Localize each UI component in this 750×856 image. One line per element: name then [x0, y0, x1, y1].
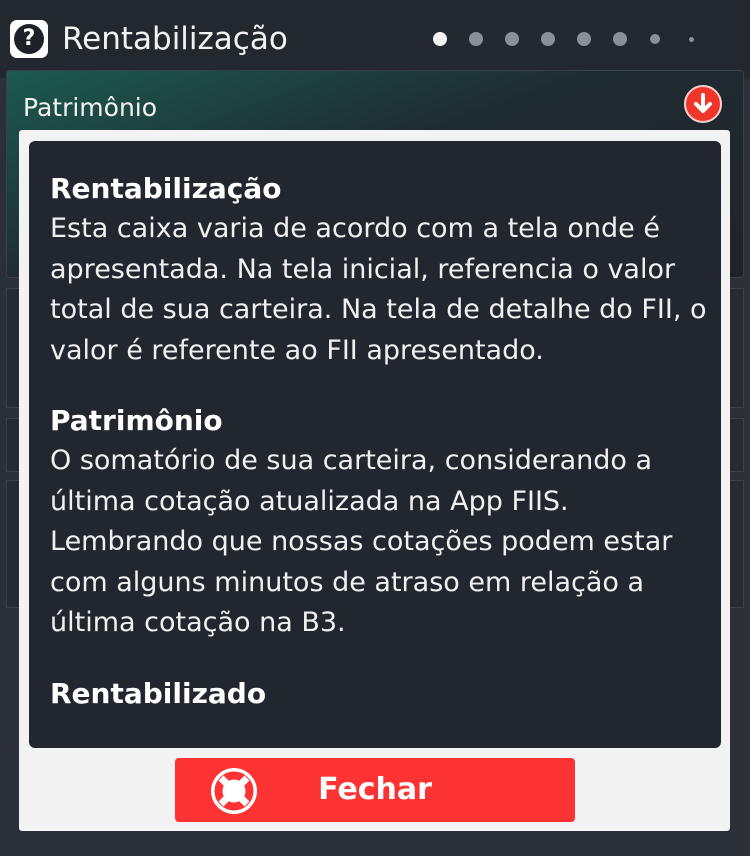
section-title: Patrimônio	[50, 404, 223, 437]
help-text: Rentabilização Esta caixa varia de acord…	[50, 169, 710, 744]
help-section: Rentabilização Esta caixa varia de acord…	[50, 169, 710, 371]
arrow-down-circle-icon[interactable]	[684, 85, 722, 123]
page-dot[interactable]	[689, 37, 694, 42]
help-section: Patrimônio O somatório de sua carteira, …	[50, 401, 710, 644]
help-modal-content[interactable]: Rentabilização Esta caixa varia de acord…	[29, 141, 721, 748]
card-label: Patrimônio	[23, 93, 158, 122]
question-mark-icon[interactable]: ?	[10, 20, 48, 58]
close-button[interactable]: Fechar	[175, 758, 575, 822]
page-dot[interactable]	[650, 34, 660, 44]
page-dot[interactable]	[469, 32, 483, 46]
help-section: Rentabilizado	[50, 674, 710, 714]
page-dot[interactable]	[505, 32, 519, 46]
close-button-label: Fechar	[318, 772, 432, 807]
page-title: Rentabilização	[62, 21, 288, 57]
page-dot[interactable]	[541, 32, 555, 46]
top-bar: ? Rentabilização	[0, 0, 750, 78]
page-dot[interactable]	[613, 32, 627, 46]
page-dot[interactable]	[577, 32, 591, 46]
page-dot-active[interactable]	[433, 32, 447, 46]
section-body: Esta caixa varia de acordo com a tela on…	[50, 213, 707, 366]
section-title: Rentabilizado	[50, 676, 267, 710]
section-title: Rentabilização	[50, 172, 282, 205]
section-body: O somatório de sua carteira, considerand…	[50, 445, 673, 638]
